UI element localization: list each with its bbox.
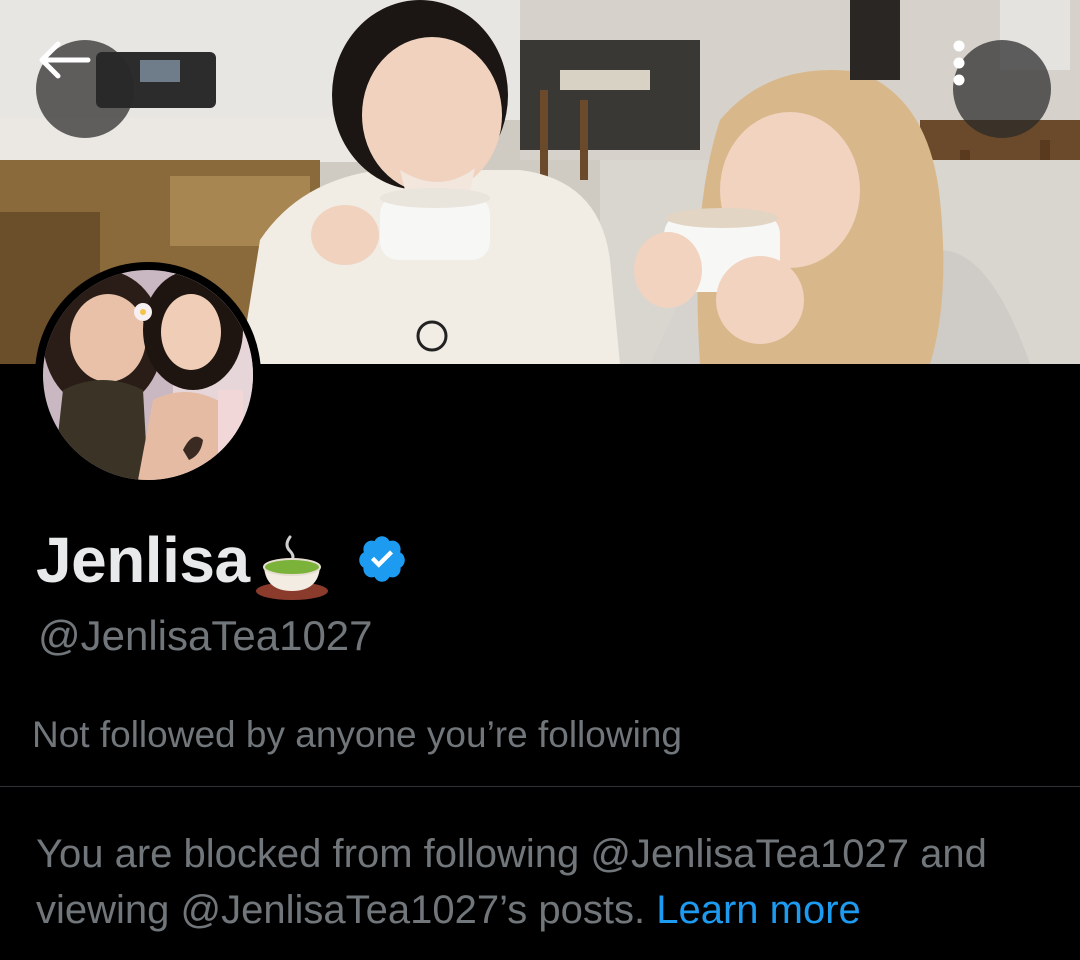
back-button[interactable] [36,40,134,138]
more-vertical-icon [953,40,965,86]
display-name: Jenlisa [36,524,250,596]
profile-page: Jenlisa @JenlisaTea1027 Not followed by … [0,0,1080,960]
blocked-notice: You are blocked from following @JenlisaT… [36,826,1056,938]
followers-you-know-note: Not followed by anyone you’re following [32,714,682,755]
more-options-button[interactable] [953,40,1051,138]
arrow-left-icon [39,41,91,79]
profile-handle: @JenlisaTea1027 [38,612,373,659]
profile-avatar[interactable] [35,262,261,488]
verified-badge-icon[interactable] [356,533,408,585]
display-name-row: Jenlisa [36,520,408,600]
tea-cup-emoji [255,535,328,600]
learn-more-link[interactable]: Learn more [656,888,861,932]
divider [0,786,1080,787]
avatar-photo [43,270,253,480]
